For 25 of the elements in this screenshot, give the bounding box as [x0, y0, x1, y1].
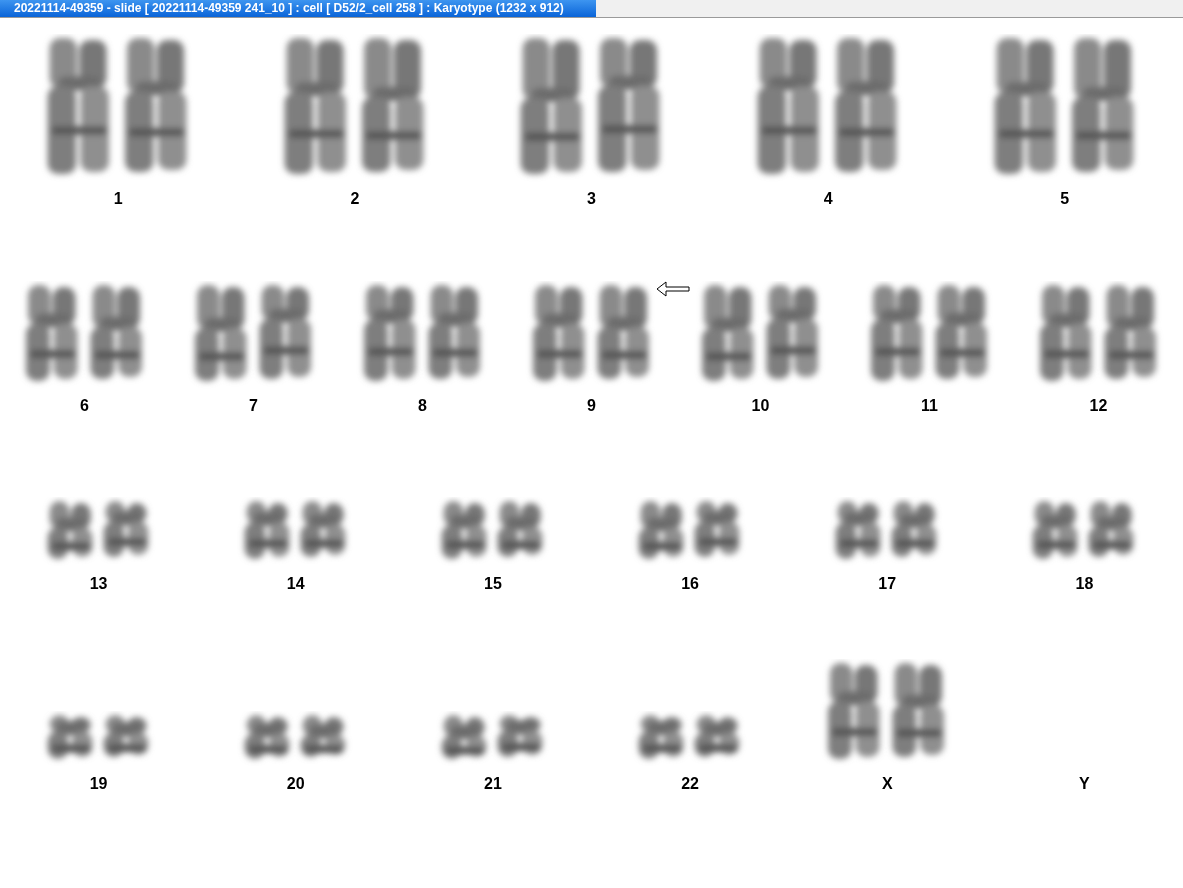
chromosome-number: 1	[113, 190, 123, 208]
chromosome-number: 4	[823, 190, 833, 208]
chromosome-number: 16	[681, 575, 699, 593]
chromosome-number: 11	[921, 397, 938, 415]
chromosome-number: 9	[587, 397, 596, 415]
chromosome-number: 7	[249, 397, 258, 415]
chromosome-number: Y	[1079, 775, 1090, 793]
chromosome-number: 2	[350, 190, 360, 208]
chromosome-number: 15	[484, 575, 502, 593]
chromosome-number: 20	[286, 775, 305, 793]
chromosome-number: 5	[1060, 190, 1070, 208]
chromosome-number: 13	[89, 575, 108, 593]
chromosome-number: 18	[1075, 575, 1094, 593]
chromosome-number: 14	[286, 575, 305, 593]
chromosome-number: 21	[484, 775, 502, 793]
chromosome-number: 19	[89, 775, 108, 793]
chromosome-number: 6	[80, 397, 89, 415]
window-title: 20221114-49359 - slide [ 20221114-49359 241_10 ] : cell [ D52/2_cell 258 ] : Karyotype (1232 x 912)	[0, 0, 596, 17]
chromosome-number: 8	[418, 397, 427, 415]
chromosome-number: 22	[681, 775, 699, 793]
chromosome-number: 12	[1089, 397, 1108, 415]
chromosome-number: 17	[878, 575, 897, 593]
chromosome-number: 10	[751, 397, 770, 415]
chromosome-number: X	[881, 775, 893, 793]
chromosome-number: 3	[587, 190, 596, 208]
